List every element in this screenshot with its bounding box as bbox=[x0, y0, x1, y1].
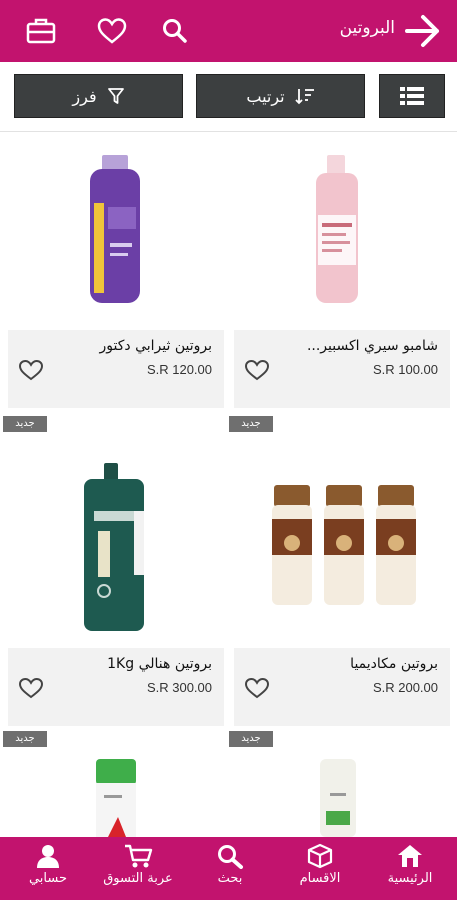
product-info: بروتين ثيرابي دكتور S.R 120.00 bbox=[8, 330, 224, 408]
arrow-right-icon[interactable] bbox=[403, 12, 443, 50]
product-price: S.R 300.00 bbox=[146, 680, 212, 695]
product-image[interactable] bbox=[8, 753, 224, 837]
top-app-bar: البروتين bbox=[0, 0, 457, 62]
user-icon bbox=[37, 845, 59, 868]
nav-search-label: بحث bbox=[217, 871, 243, 886]
nav-cart-label: عربة التسوق bbox=[103, 871, 173, 886]
briefcase-icon[interactable] bbox=[26, 16, 56, 46]
sort-label: ترتيب bbox=[246, 86, 285, 106]
product-image[interactable] bbox=[234, 133, 450, 323]
heart-icon[interactable] bbox=[244, 358, 270, 382]
cart-icon bbox=[125, 844, 153, 868]
cube-icon bbox=[307, 843, 333, 869]
new-badge: جديد bbox=[229, 416, 273, 432]
sort-button[interactable]: ترتيب bbox=[196, 74, 365, 118]
product-image[interactable] bbox=[234, 753, 450, 837]
product-info: شامبو سيري اكسبير... S.R 100.00 bbox=[234, 330, 450, 408]
product-image[interactable] bbox=[8, 133, 224, 323]
product-name[interactable]: شامبو سيري اكسبير... bbox=[307, 338, 438, 354]
sort-icon bbox=[295, 89, 314, 105]
nav-categories-label: الاقسام bbox=[299, 871, 341, 886]
filter-label: فرز bbox=[72, 86, 97, 106]
bottom-navigation: الرئيسية الاقسام بحث عربة التسوق حسابي bbox=[0, 837, 457, 900]
heart-icon[interactable] bbox=[18, 676, 44, 700]
filter-sort-toolbar: فرز ترتيب bbox=[0, 62, 457, 132]
product-image[interactable] bbox=[234, 451, 450, 641]
page-title: البروتين bbox=[339, 18, 395, 38]
search-icon[interactable] bbox=[160, 16, 190, 46]
search-icon bbox=[218, 845, 243, 869]
heart-icon[interactable] bbox=[97, 16, 127, 46]
nav-home-label: الرئيسية bbox=[387, 871, 433, 886]
nav-home[interactable]: الرئيسية bbox=[370, 843, 450, 897]
product-image[interactable] bbox=[8, 451, 224, 641]
new-badge: جديد bbox=[3, 416, 47, 432]
nav-categories[interactable]: الاقسام bbox=[280, 843, 360, 897]
product-price: S.R 200.00 bbox=[372, 680, 438, 695]
product-name[interactable]: بروتين مكاديميا bbox=[350, 656, 438, 672]
filter-icon bbox=[107, 88, 124, 104]
product-name[interactable]: بروتين ثيرابي دكتور bbox=[100, 338, 212, 354]
nav-account-label: حسابي bbox=[28, 871, 68, 886]
nav-search[interactable]: بحث bbox=[190, 843, 270, 897]
nav-cart[interactable]: عربة التسوق bbox=[98, 843, 178, 897]
product-info: بروتين مكاديميا S.R 200.00 bbox=[234, 648, 450, 726]
nav-account[interactable]: حسابي bbox=[8, 843, 88, 897]
new-badge: جديد bbox=[3, 731, 47, 747]
filter-button[interactable]: فرز bbox=[14, 74, 183, 118]
home-icon bbox=[398, 845, 422, 867]
view-toggle-button[interactable] bbox=[379, 74, 445, 118]
product-price: S.R 120.00 bbox=[146, 362, 212, 377]
heart-icon[interactable] bbox=[244, 676, 270, 700]
heart-icon[interactable] bbox=[18, 358, 44, 382]
list-view-icon bbox=[400, 87, 424, 105]
new-badge: جديد bbox=[229, 731, 273, 747]
product-info: بروتين هنالي 1Kg S.R 300.00 bbox=[8, 648, 224, 726]
product-price: S.R 100.00 bbox=[372, 362, 438, 377]
product-name[interactable]: بروتين هنالي 1Kg bbox=[107, 656, 212, 672]
